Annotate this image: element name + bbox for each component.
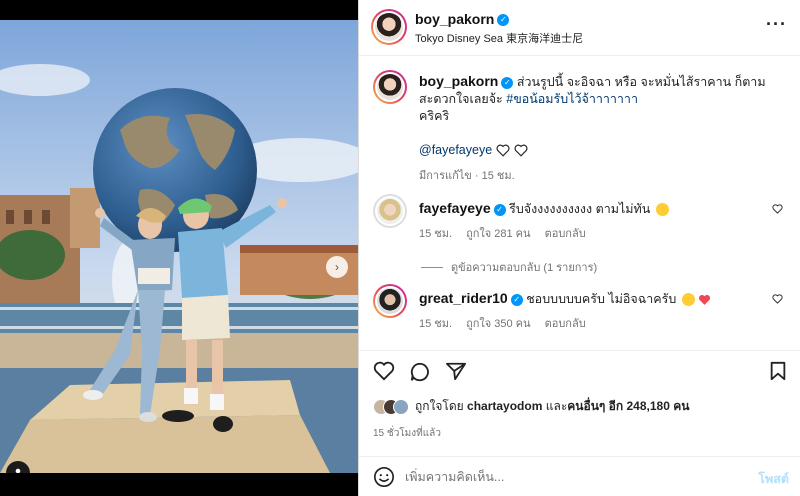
heart-outline-icon [514,144,528,157]
comment-author[interactable]: fayefayeye [419,200,491,216]
comment-input[interactable] [405,466,725,488]
likes-middle: และ [542,399,568,413]
caption-mention[interactable]: @fayefayeye [419,142,492,159]
chevron-right-icon: › [335,260,339,274]
rolling-laugh-emoji-icon [655,203,669,217]
carousel-next-button[interactable]: › [326,256,348,278]
liker-avatar [393,398,409,415]
commenter-avatar[interactable] [373,194,407,228]
comment-time: 15 ชม. [419,228,453,240]
bookmark-icon[interactable] [769,361,787,381]
likers-avatars [373,398,409,415]
add-comment-bar: โพสต์ [359,456,800,496]
comment-likes[interactable]: ถูกใจ 281 คน [466,224,530,242]
post-header: boy_pakorn ✓ Tokyo Disney Sea 東京海洋迪士尼 ··· [359,0,800,56]
person-icon [15,468,21,473]
caption-line2: คริคริ [419,109,450,123]
view-replies-button[interactable]: ดูข้อความตอบกลับ (1 รายการ) [421,258,597,276]
post-timestamp[interactable]: 15 ชั่วโมงที่แล้ว [373,426,441,441]
comment-likes[interactable]: ถูกใจ 350 คน [466,314,530,332]
likes-prefix: ถูกใจโดย [415,399,468,413]
author-username[interactable]: boy_pakorn [415,11,494,27]
likes-user[interactable]: chartayodom [467,399,542,413]
verified-badge-icon: ✓ [493,203,506,216]
verified-badge-icon: ✓ [510,293,523,306]
grin-sweat-emoji-icon [681,293,695,307]
comment-time: 15 ชม. [419,318,453,330]
emoji-smiley-icon[interactable] [373,466,395,488]
more-options-icon[interactable]: ··· [766,14,787,35]
comment-text: รีบจังงงงงงงงงง ตามไม่ทัน [509,202,651,216]
verified-badge-icon: ✓ [501,76,514,89]
author-avatar[interactable] [371,9,407,45]
post-modal: › boy_pakorn ✓ Tokyo Disney Sea 東京海洋迪士尼 … [0,0,800,496]
comment-author[interactable]: great_rider10 [419,290,508,306]
red-heart-icon [699,294,711,305]
reply-button[interactable]: ตอบกลับ [545,314,586,332]
like-heart-icon[interactable] [373,361,395,381]
likes-others[interactable]: คนอื่นๆ อีก 248,180 คน [567,399,689,413]
caption-author-avatar[interactable] [373,70,407,104]
comment-bubble-icon[interactable] [409,361,431,383]
reply-button[interactable]: ตอบกลับ [545,224,586,242]
comment-like-heart-icon[interactable] [772,204,783,214]
comment-text: ชอบบบบบครับ ไม่อิจฉาครับ [526,292,677,306]
commenter-avatar[interactable] [373,284,407,318]
caption-author-username[interactable]: boy_pakorn [419,73,498,89]
post-photo[interactable]: › [0,20,358,473]
heart-outline-icon [496,144,510,157]
view-replies-label: ดูข้อความตอบกลับ (1 รายการ) [451,262,598,274]
caption-edited-label: มีการแก้ไข · 15 ชม. [419,170,515,182]
post-comment-button[interactable]: โพสต์ [758,469,789,489]
action-bar [359,350,800,394]
post-location[interactable]: Tokyo Disney Sea 東京海洋迪士尼 [415,30,583,46]
post-details-panel: boy_pakorn ✓ Tokyo Disney Sea 東京海洋迪士尼 ···… [358,0,800,496]
comment-like-heart-icon[interactable] [772,294,783,304]
verified-badge-icon: ✓ [497,13,510,26]
caption-hashtag[interactable]: #ขอน้อมรับไว้จ้าาาาาาา [506,92,638,106]
share-paper-plane-icon[interactable] [445,361,467,381]
photo-illustration [0,20,358,473]
likes-summary[interactable]: ถูกใจโดย chartayodom และคนอื่นๆ อีก 248,… [373,398,689,415]
